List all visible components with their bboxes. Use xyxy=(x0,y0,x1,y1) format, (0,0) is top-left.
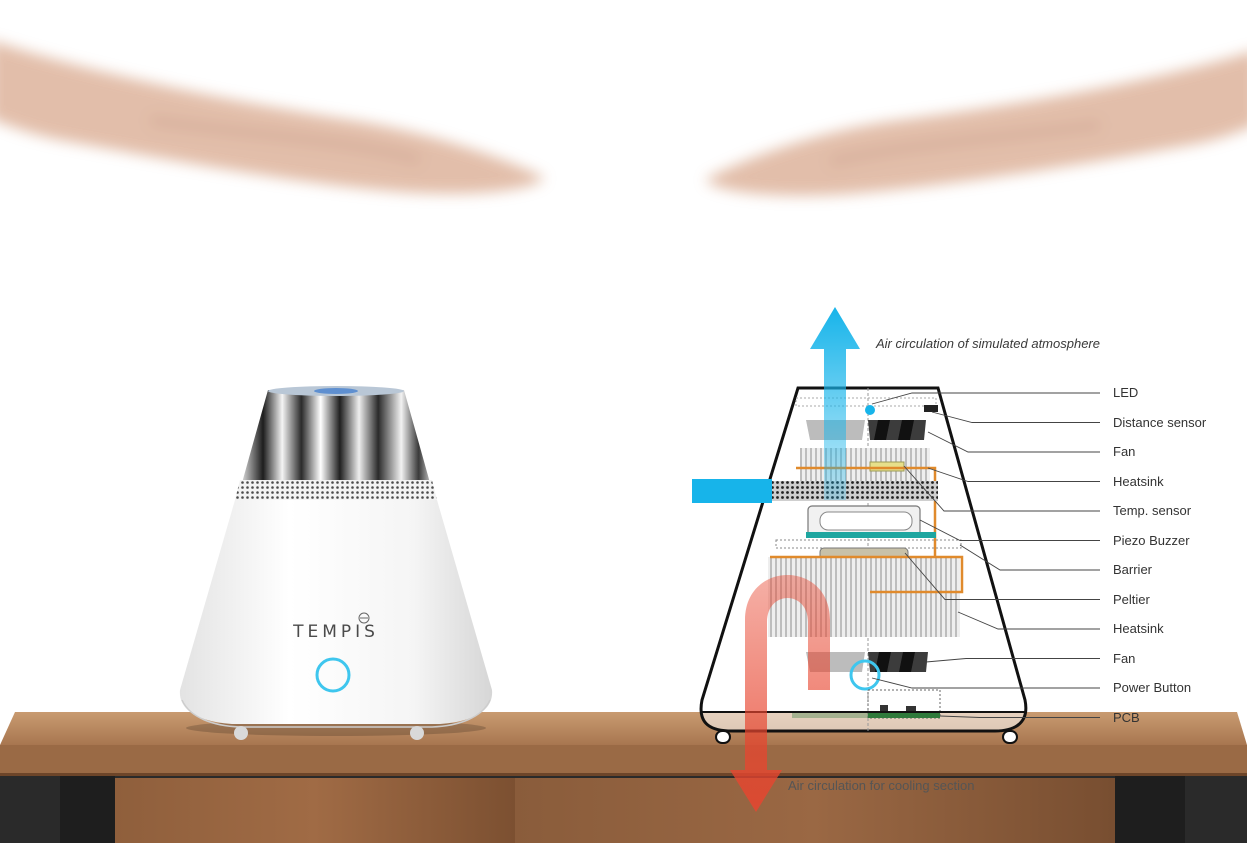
wooden-table xyxy=(0,712,1247,843)
callout-pcb: PCB xyxy=(1113,709,1140,725)
right-hand-image xyxy=(705,53,1247,196)
callout-power-button: Power Button xyxy=(1113,680,1192,695)
air-circulation-top-caption: Air circulation of simulated atmosphere xyxy=(876,336,1100,351)
left-hand-image xyxy=(0,43,545,194)
callout-distance-sensor: Distance sensor xyxy=(1113,414,1207,430)
callout-barrier: Barrier xyxy=(1113,562,1153,577)
callout-fan-bottom: Fan xyxy=(1113,650,1136,666)
piezo-buzzer-part-icon xyxy=(806,505,936,538)
product-diagram-scene xyxy=(0,43,1247,843)
temp-sensor-part-icon xyxy=(869,461,905,472)
cool-air-intake-arrow-icon xyxy=(692,479,772,503)
callout-led: LED xyxy=(1113,385,1139,400)
vent-perforation xyxy=(766,481,938,501)
brand-wordmark: TEMPIS xyxy=(293,622,379,642)
top-heatsink-part-icon xyxy=(800,448,930,481)
callout-heatsink-top: Heatsink xyxy=(1113,473,1164,489)
led-part-icon xyxy=(865,405,875,415)
air-circulation-bottom-caption: Air circulation for cooling section xyxy=(788,778,975,793)
distance-sensor-part-icon xyxy=(924,405,938,412)
leader-line-distance-sensor xyxy=(931,411,1100,423)
callout-heatsink-bottom: Heatsink xyxy=(1113,621,1164,636)
callout-piezo-buzzer: Piezo Buzzer xyxy=(1113,532,1190,548)
callout-fan-top: Fan xyxy=(1113,444,1136,459)
tempis-device-photo xyxy=(179,386,493,740)
callout-temp-sensor: Temp. sensor xyxy=(1113,503,1192,518)
callout-peltier: Peltier xyxy=(1113,591,1150,607)
